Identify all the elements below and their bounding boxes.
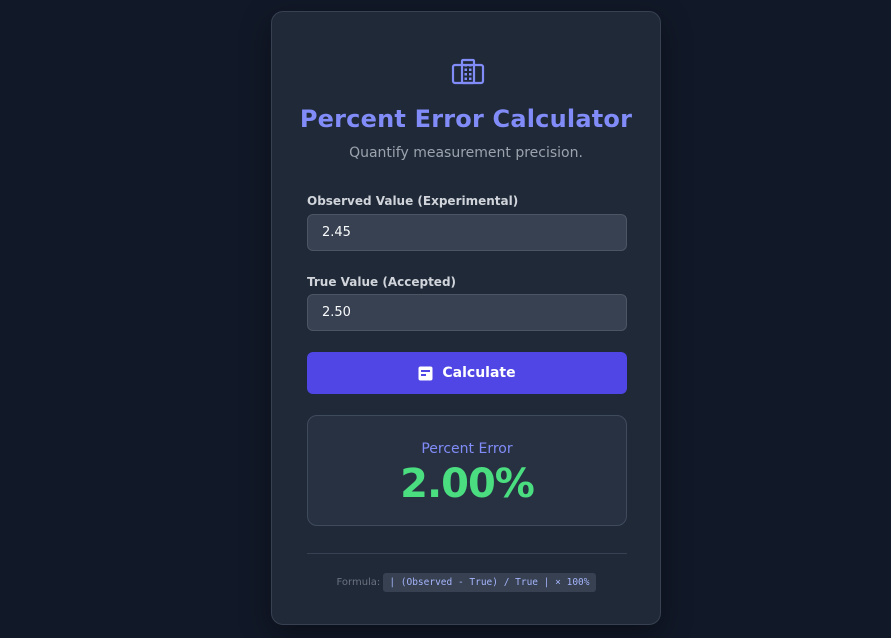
result-value: 2.00%: [400, 461, 535, 507]
formula-label: Formula:: [336, 577, 381, 588]
page-subtitle: Quantify measurement precision.: [349, 145, 583, 161]
calculate-button[interactable]: Calculate: [307, 352, 627, 394]
result-label: Percent Error: [421, 441, 513, 457]
observed-value-input[interactable]: [307, 214, 627, 251]
true-value-label: True Value (Accepted): [307, 275, 457, 289]
formula-row: Formula: | (Observed - True) / True | × …: [272, 573, 660, 592]
formula-expression: | (Observed - True) / True | × 100%: [383, 573, 596, 592]
true-value-input[interactable]: [307, 294, 627, 331]
calculator-icon: [418, 366, 433, 380]
calculate-button-label: Calculate: [442, 365, 516, 381]
calculator-card: Percent Error Calculator Quantify measur…: [271, 11, 661, 625]
page-title: Percent Error Calculator: [299, 105, 633, 133]
calculator-icon: [451, 58, 485, 85]
result-panel: Percent Error 2.00%: [307, 415, 627, 526]
divider: [307, 553, 627, 554]
observed-value-label: Observed Value (Experimental): [307, 194, 519, 208]
